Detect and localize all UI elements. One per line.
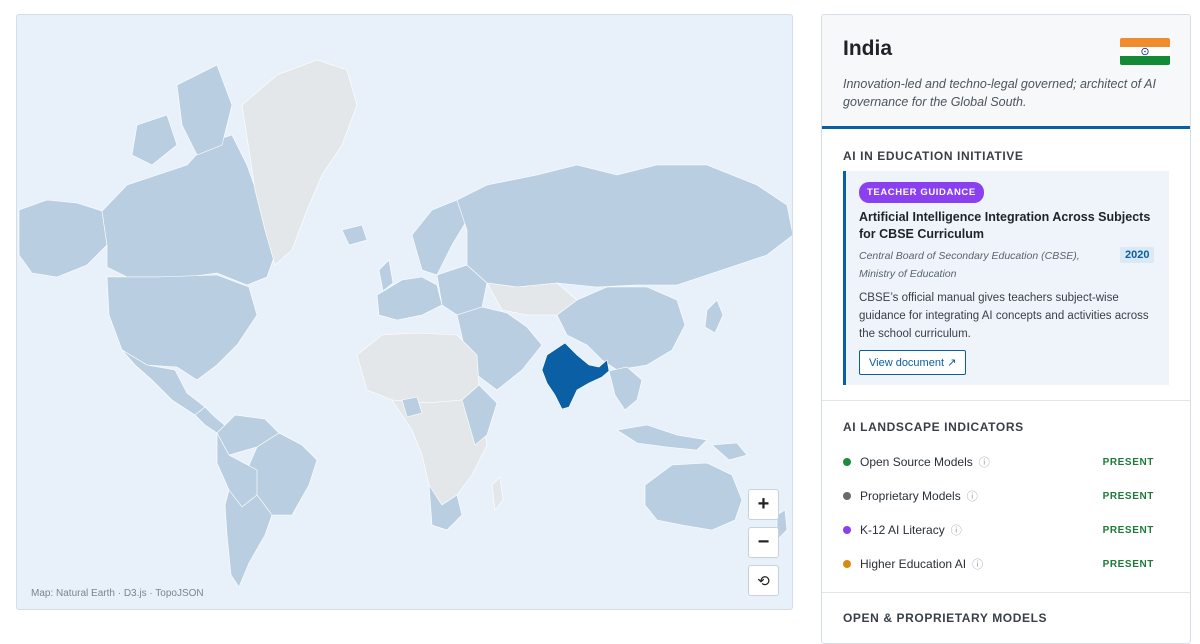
- region-japan[interactable]: [704, 299, 724, 334]
- initiative-year-badge: 2020: [1120, 247, 1155, 263]
- indicator-label: Higher Education AI: [860, 557, 967, 571]
- indicator-label: Proprietary Models: [860, 489, 961, 503]
- indicators-section-title: AI LANDSCAPE INDICATORS: [843, 420, 1024, 434]
- region-australia[interactable]: [644, 462, 743, 531]
- india-flag-icon: [1120, 38, 1170, 65]
- zoom-out-button[interactable]: −: [748, 527, 779, 558]
- indicator-row-higher-ed: Higher Education AI ⓘ PRESENT: [843, 556, 1154, 572]
- indicator-row-k12: K-12 AI Literacy ⓘ PRESENT: [843, 522, 1154, 538]
- region-southeast-asia[interactable]: [608, 366, 643, 411]
- status-dot-icon: [843, 458, 851, 466]
- indicator-label: Open Source Models: [860, 455, 973, 469]
- indicator-status: PRESENT: [1102, 524, 1154, 536]
- indicator-row-proprietary: Proprietary Models ⓘ PRESENT: [843, 488, 1154, 504]
- region-indonesia[interactable]: [616, 424, 708, 451]
- initiative-description: CBSE’s official manual gives teachers su…: [859, 292, 1149, 340]
- map-attribution: Map: Natural Earth · D3.js · TopoJSON: [31, 588, 204, 599]
- region-madagascar[interactable]: [491, 476, 504, 511]
- region-scandinavia[interactable]: [411, 199, 468, 276]
- country-description: Innovation-led and techno-legal governed…: [843, 77, 1156, 109]
- region-north-africa[interactable]: [356, 332, 480, 404]
- info-icon[interactable]: ⓘ: [951, 522, 962, 538]
- region-alaska[interactable]: [18, 199, 108, 278]
- country-name: India: [843, 37, 893, 60]
- status-dot-icon: [843, 560, 851, 568]
- initiative-card: TEACHER GUIDANCE Artificial Intelligence…: [843, 171, 1169, 385]
- models-section-title: OPEN & PROPRIETARY MODELS: [843, 611, 1048, 625]
- education-section: AI IN EDUCATION INITIATIVE TEACHER GUIDA…: [822, 132, 1190, 401]
- status-dot-icon: [843, 526, 851, 534]
- zoom-in-button[interactable]: +: [748, 489, 779, 520]
- indicator-status: PRESENT: [1102, 456, 1154, 468]
- region-papua[interactable]: [711, 442, 748, 461]
- reset-view-button[interactable]: ⟲: [748, 565, 779, 596]
- map-svg[interactable]: [17, 15, 793, 610]
- country-detail-panel: India Innovation-led and techno-legal go…: [821, 14, 1191, 644]
- info-icon[interactable]: ⓘ: [972, 556, 983, 572]
- indicator-status: PRESENT: [1102, 558, 1154, 570]
- initiative-badge: TEACHER GUIDANCE: [859, 182, 984, 203]
- indicators-section: AI LANDSCAPE INDICATORS Open Source Mode…: [822, 402, 1190, 593]
- region-russia[interactable]: [456, 164, 793, 288]
- view-document-button[interactable]: View document ↗: [859, 350, 967, 375]
- country-header: India Innovation-led and techno-legal go…: [822, 15, 1190, 129]
- indicator-status: PRESENT: [1102, 490, 1154, 502]
- initiative-title: Artificial Intelligence Integration Acro…: [859, 210, 1151, 241]
- info-icon[interactable]: ⓘ: [979, 454, 990, 470]
- region-arctic-island-2[interactable]: [131, 114, 178, 166]
- world-map[interactable]: + − ⟲ Map: Natural Earth · D3.js · TopoJ…: [16, 14, 793, 610]
- initiative-organization: Central Board of Secondary Education (CB…: [859, 250, 1080, 280]
- indicator-label: K-12 AI Literacy: [860, 523, 945, 537]
- info-icon[interactable]: ⓘ: [967, 488, 978, 504]
- education-section-title: AI IN EDUCATION INITIATIVE: [843, 149, 1024, 163]
- region-usa[interactable]: [106, 274, 258, 381]
- indicator-row-open-source: Open Source Models ⓘ PRESENT: [843, 454, 1154, 470]
- status-dot-icon: [843, 492, 851, 500]
- region-iceland[interactable]: [341, 224, 368, 246]
